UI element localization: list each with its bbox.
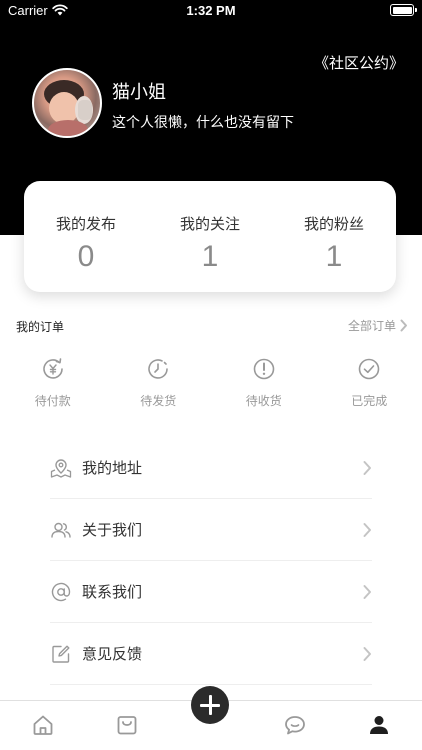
map-pin-icon [50,457,72,479]
user-bio: 这个人很懒，什么也没有留下 [112,115,294,131]
add-icon[interactable] [191,686,229,724]
stats-card: 我的发布 0 我的关注 1 我的粉丝 1 [24,181,396,292]
menu-item-feedback[interactable]: 意见反馈 [50,623,372,685]
menu-item-contact[interactable]: 联系我们 [50,561,372,623]
all-orders-link[interactable]: 全部订单 [348,317,408,334]
edit-icon [50,643,72,665]
stat-label: 我的关注 [179,215,240,233]
user-name: 猫小姐 [112,82,166,103]
yen-refresh-icon [43,358,63,379]
stat-label: 我的粉丝 [303,215,364,233]
stat-posts[interactable]: 我的发布 0 [24,181,148,292]
chevron-right-icon [400,319,407,332]
order-status-label: 已完成 [351,394,388,408]
users-icon [50,519,72,541]
chat-bubble-icon[interactable] [283,713,307,737]
at-icon [50,581,72,603]
avatar-photo [44,80,93,136]
all-orders-label: 全部订单 [347,319,396,333]
chevron-right-icon [363,460,371,475]
stat-value: 1 [325,240,343,273]
status-bar: Carrier 1:32 PM [0,0,422,22]
menu-item-label: 关于我们 [82,521,143,539]
chevron-right-icon [363,646,371,661]
order-pending-receipt[interactable]: 待收货 [211,356,317,409]
avatar[interactable] [32,68,102,138]
menu-item-about[interactable]: 关于我们 [50,499,372,561]
stat-label: 我的发布 [55,215,116,233]
order-status-row: 待付款 待发货 待收货 已完成 [0,356,422,409]
community-guidelines-link[interactable]: 《社区公约》 [314,52,404,73]
menu-item-label: 我的地址 [82,459,143,477]
chevron-right-icon [363,584,371,599]
chevron-right-icon [363,522,371,537]
order-pending-payment[interactable]: 待付款 [0,356,106,409]
order-pending-shipment[interactable]: 待发货 [106,356,212,409]
order-status-label: 待发货 [140,394,177,408]
menu-item-label: 联系我们 [82,583,143,601]
stat-following[interactable]: 我的关注 1 [148,181,272,292]
stat-followers[interactable]: 我的粉丝 1 [272,181,396,292]
person-icon[interactable] [367,713,391,737]
home-icon[interactable] [31,713,55,737]
clock: 1:32 PM [186,3,236,18]
settings-menu: 我的地址 关于我们 联系我们 意见反馈 [50,437,372,685]
exclamation-circle-icon [253,358,275,380]
order-status-label: 待付款 [34,394,71,408]
battery-icon [390,4,417,16]
order-status-label: 待收货 [245,394,282,408]
menu-item-label: 意见反馈 [82,645,143,663]
orders-title: 我的订单 [16,320,65,334]
stat-value: 1 [201,240,219,273]
shopping-bag-icon[interactable] [115,713,139,737]
check-circle-icon [358,358,380,380]
profile-screen: Carrier 1:32 PM 《社区公约》 猫小姐 这个人很懒，什么也没有留下 [0,0,422,750]
stat-value: 0 [77,240,95,273]
clock-icon [148,359,169,379]
menu-item-address[interactable]: 我的地址 [50,437,372,499]
order-completed[interactable]: 已完成 [317,356,422,409]
